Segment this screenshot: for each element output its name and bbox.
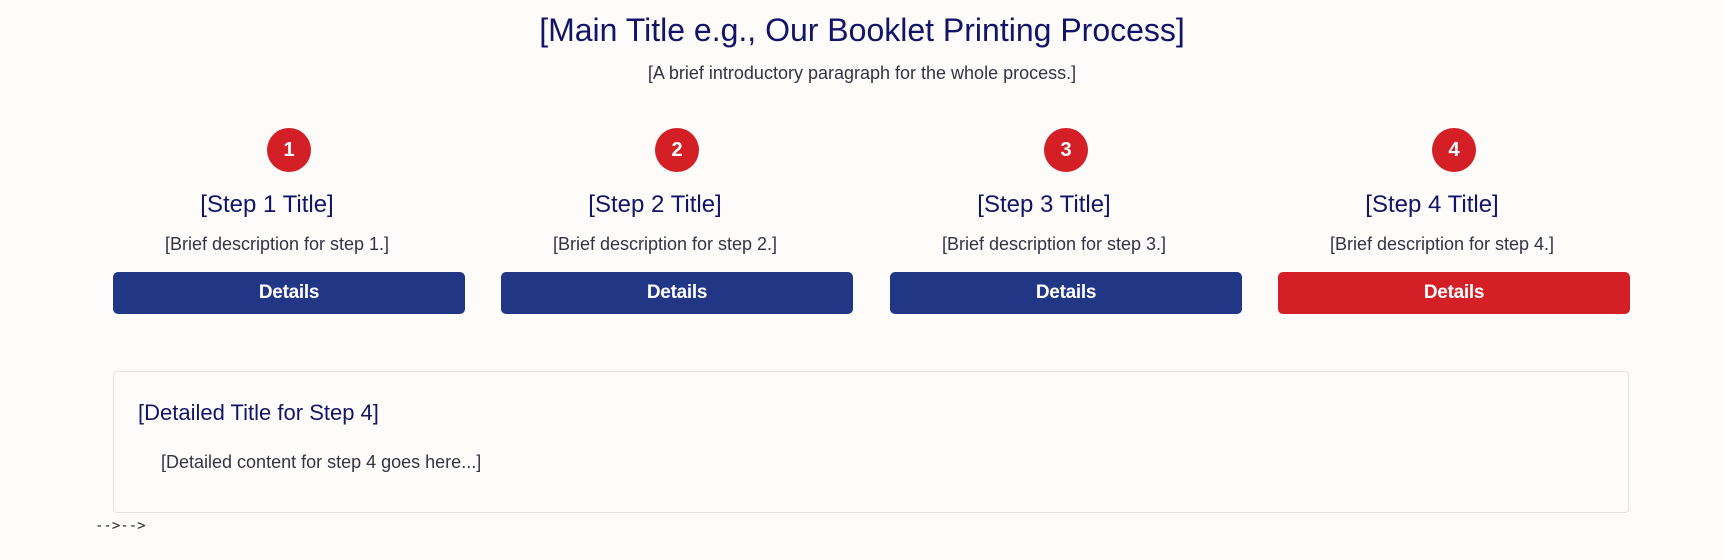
details-button-step-1[interactable]: Details <box>113 272 465 314</box>
step-description: [Brief description for step 4.] <box>1278 232 1630 256</box>
step-3: 3 [Step 3 Title] [Brief description for … <box>890 128 1242 314</box>
detail-title: [Detailed Title for Step 4] <box>138 400 379 425</box>
step-number-badge: 3 <box>1044 128 1088 172</box>
details-button-step-3[interactable]: Details <box>890 272 1242 314</box>
step-description: [Brief description for step 3.] <box>890 232 1242 256</box>
step-2: 2 [Step 2 Title] [Brief description for … <box>501 128 853 314</box>
step-number-badge: 1 <box>267 128 311 172</box>
step-description-text: [Brief description for step 1.] <box>164 234 390 254</box>
step-description-text: [Brief description for step 3.] <box>941 234 1167 254</box>
step-title-text: [Step 1 Title] <box>200 191 334 218</box>
detail-content: [Detailed content for step 4 goes here..… <box>161 452 482 472</box>
step-title: [Step 1 Title] <box>113 190 465 220</box>
step-1: 1 [Step 1 Title] [Brief description for … <box>113 128 465 314</box>
step-number-badge: 4 <box>1432 128 1476 172</box>
step-title-text: [Step 3 Title] <box>977 191 1111 218</box>
step-title: [Step 3 Title] <box>890 190 1242 220</box>
details-button-step-2[interactable]: Details <box>501 272 853 314</box>
step-description: [Brief description for step 1.] <box>113 232 465 256</box>
stray-comment-text: -->--> <box>95 518 146 534</box>
details-button-step-4[interactable]: Details <box>1278 272 1630 314</box>
step-detail-panel: [Detailed Title for Step 4] [Detailed co… <box>113 371 1629 513</box>
step-title-text: [Step 4 Title] <box>1365 191 1499 218</box>
step-4: 4 [Step 4 Title] [Brief description for … <box>1278 128 1630 314</box>
step-description-text: [Brief description for step 4.] <box>1329 234 1555 254</box>
page-title: [Main Title e.g., Our Booklet Printing P… <box>539 12 1185 48</box>
step-description-text: [Brief description for step 2.] <box>552 234 778 254</box>
step-number-badge: 2 <box>655 128 699 172</box>
step-title: [Step 4 Title] <box>1278 190 1630 220</box>
intro-paragraph: [A brief introductory paragraph for the … <box>647 63 1077 83</box>
step-description: [Brief description for step 2.] <box>501 232 853 256</box>
step-title-text: [Step 2 Title] <box>588 191 722 218</box>
step-title: [Step 2 Title] <box>501 190 853 220</box>
